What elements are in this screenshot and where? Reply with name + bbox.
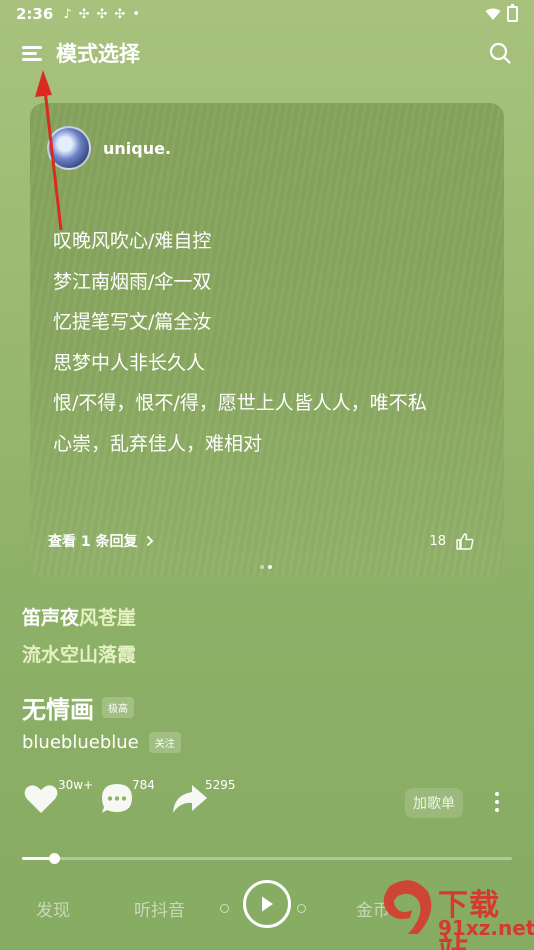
like-count: 30w+ [58,778,94,792]
comment-like[interactable]: 18 [429,532,474,550]
comment-line: 梦江南烟雨/伞一双 [53,270,212,293]
share-button[interactable]: 5295 [170,778,236,822]
comment-line: 心崇，乱弃佳人，难相对 [53,432,263,455]
chevron-right-icon [146,535,153,547]
search-icon[interactable] [488,41,512,65]
heart-icon [24,785,58,813]
artist-info: blueblueblue 关注 [22,732,181,753]
add-to-playlist-button[interactable]: 加歌单 [405,788,463,818]
notification-icons: ♪ ✣ ✣ ✣ • [63,7,140,22]
nav-circle-icon [220,904,229,913]
header: 模式选择 [22,36,512,70]
play-button[interactable] [243,880,291,928]
comment-line: 忆提笔写文/篇全汝 [53,311,212,333]
comment-line: 恨/不得，恨不/得，愿世上人皆人人，唯不私 [53,392,427,414]
pager-dot [260,565,264,569]
card-footer: 查看 1 条回复 18 [48,531,474,551]
music-note-icon: ♪ [63,6,72,22]
status-time: 2:36 [16,5,54,23]
like-button[interactable]: 30w+ [22,778,93,822]
follow-button[interactable]: 关注 [148,732,181,753]
page-title: 模式选择 [56,42,140,66]
nav-discover[interactable]: 发现 [36,896,70,921]
nav-circle-icon [297,904,306,913]
share-icon [173,785,207,813]
username: unique. [103,138,172,158]
pinwheel-icon: ✣ [96,6,108,22]
more-options-icon[interactable] [494,792,500,816]
view-replies-link[interactable]: 查看 1 条回复 [48,531,154,551]
comment-text: 叹晚风吹心/难自控 梦江南烟雨/伞一双 忆提笔写文/篇全汝 思梦中人非长久人 恨… [53,221,427,464]
avatar[interactable] [47,126,91,170]
action-bar: 30w+ 784 5295 加歌单 [22,778,512,824]
battery-icon [507,4,518,22]
pinwheel-icon: ✣ [78,6,90,22]
watermark-logo [383,880,432,934]
song-info: 无情画 极高 [22,690,134,725]
watermark: 下载站 91xz.net [380,878,534,950]
card-pager [260,565,272,569]
nav-listen-douyin[interactable]: 听抖音 [134,896,185,921]
comment-line: 思梦中人非长久人 [53,351,206,374]
play-icon [262,896,273,912]
current-lyric-unsung: 风苍崖 [79,607,137,629]
watermark-domain: 91xz.net [438,916,534,940]
status-right [485,4,518,22]
menu-icon[interactable] [22,44,44,62]
song-title[interactable]: 无情画 [22,690,94,725]
comment-button[interactable]: 784 [98,778,155,822]
view-replies-label: 查看 1 条回复 [48,534,138,550]
current-lyric: 笛声夜风苍崖 [22,603,136,630]
next-lyric: 流水空山落霞 [22,644,137,666]
artist-name[interactable]: blueblueblue [22,732,139,753]
current-lyric-sung: 笛声夜 [22,607,80,629]
comment-user[interactable]: unique. [47,126,171,170]
quality-badge[interactable]: 极高 [102,697,134,718]
wifi-icon [485,8,501,20]
pager-dot-active [268,565,272,569]
thumbs-up-icon [456,532,474,550]
share-count: 5295 [205,778,236,792]
comment-count: 784 [132,778,155,792]
comment-line: 叹晚风吹心/难自控 [53,230,212,252]
dot-icon: • [132,6,140,22]
comment-bubble-icon [102,784,132,813]
comment-like-count: 18 [429,533,446,549]
status-bar: 2:36 ♪ ✣ ✣ ✣ • [0,0,534,28]
progress-thumb[interactable] [48,853,60,864]
pinwheel-icon: ✣ [114,6,126,22]
playback-progress[interactable] [22,853,512,864]
comment-card[interactable]: unique. 叹晚风吹心/难自控 梦江南烟雨/伞一双 忆提笔写文/篇全汝 思梦… [30,103,504,577]
